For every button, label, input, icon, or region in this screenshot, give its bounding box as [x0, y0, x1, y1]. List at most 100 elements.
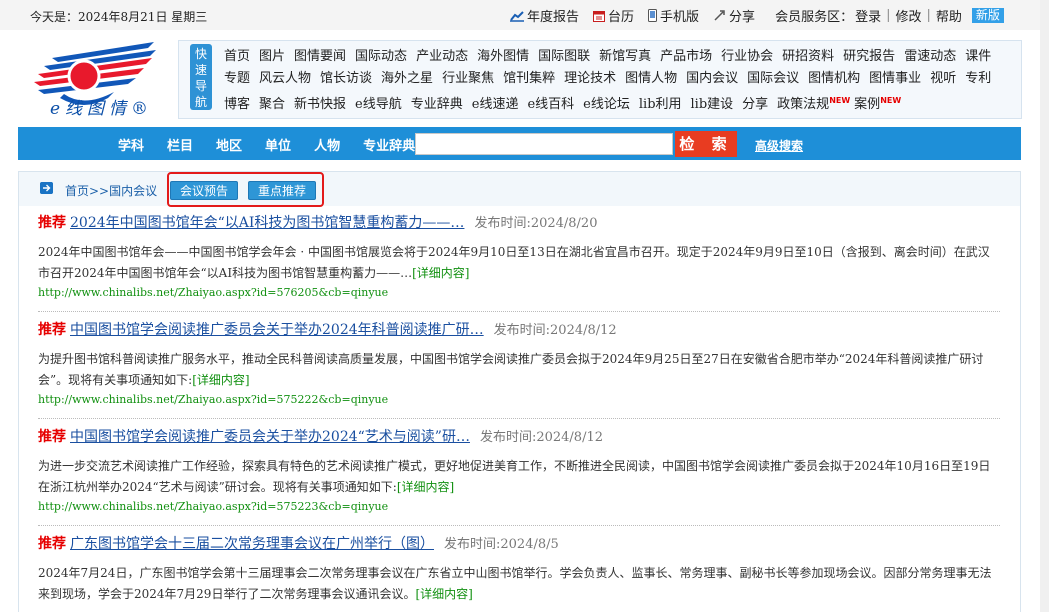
mobile-icon [648, 9, 658, 22]
nav-item[interactable]: e线论坛 [583, 97, 630, 112]
mobile-link[interactable]: 手机版 [648, 6, 699, 25]
article-divider [38, 418, 1000, 419]
nav-item[interactable]: 海外之星 [381, 71, 433, 86]
search-category[interactable]: 栏目 [167, 135, 193, 154]
article-date: 发布时间:2024/8/5 [444, 537, 559, 552]
nav-item[interactable]: 产业动态 [416, 49, 468, 64]
top-links: 年度报告 台历 手机版 分享 会员服务区： 登录 | 修改 | 帮助 新版 [510, 6, 1004, 25]
article-header: 推荐 中国图书馆学会阅读推广委员会关于举办2024年科普阅读推广研… 发布时间:20… [38, 319, 1000, 339]
nav-item[interactable]: 海外图情 [477, 49, 529, 64]
nav-item[interactable]: 分享 [742, 97, 768, 112]
nav-item[interactable]: 馆长访谈 [320, 71, 372, 86]
tab-featured[interactable]: 重点推荐 [248, 181, 316, 200]
breadcrumb[interactable]: 首页>>国内会议 [65, 182, 157, 199]
detail-link[interactable]: [详细内容] [192, 373, 249, 387]
article-summary-text: 为进一步交流艺术阅读推广工作经验，探索具有特色的艺术阅读推广模式，更好地促进美育… [38, 459, 991, 494]
nav-item[interactable]: e线速递 [472, 97, 519, 112]
nav-item[interactable]: 聚合 [259, 97, 285, 112]
share-link[interactable]: 分享 [713, 6, 755, 25]
article-url[interactable]: http://www.chinalibs.net/Zhaiyao.aspx?id… [38, 393, 1000, 406]
article-summary: 2024年7月24日，广东图书馆学会第十三届理事会二次常务理事会议在广东省立中山… [38, 563, 1000, 605]
detail-link[interactable]: [详细内容] [415, 587, 472, 601]
annual-report-link[interactable]: 年度报告 [510, 6, 579, 25]
annual-report-label: 年度报告 [527, 10, 580, 25]
nav-item[interactable]: lib建设 [691, 97, 734, 112]
nav-item[interactable]: 课件 [965, 49, 991, 64]
calendar-icon [593, 10, 606, 22]
nav-item[interactable]: 博客 [224, 97, 250, 112]
nav-item[interactable]: 专业辞典 [411, 97, 463, 112]
nav-item[interactable]: 研究报告 [843, 49, 895, 64]
nav-item[interactable]: 国际动态 [355, 49, 407, 64]
article-summary-text: 2024年7月24日，广东图书馆学会第十三届理事会二次常务理事会议在广东省立中山… [38, 566, 992, 601]
article-header: 推荐 中国图书馆学会阅读推广委员会关于举办2024“艺术与阅读”研… 发布时间:20… [38, 426, 1000, 446]
article-title-link[interactable]: 中国图书馆学会阅读推广委员会关于举办2024“艺术与阅读”研… [70, 429, 470, 445]
nav-item[interactable]: 研招资料 [782, 49, 834, 64]
nav-item[interactable]: 专利 [965, 71, 991, 86]
nav-item[interactable]: 政策法规 [777, 97, 829, 112]
nav-item[interactable]: e线百科 [527, 97, 574, 112]
nav-item[interactable]: 雷速动态 [904, 49, 956, 64]
nav-item[interactable]: 理论技术 [564, 71, 616, 86]
nav-item[interactable]: 新书快报 [294, 97, 346, 112]
nav-item[interactable]: 图情要闻 [294, 49, 346, 64]
nav-item[interactable]: 图片 [259, 49, 285, 64]
article-url[interactable]: http://www.chinalibs.net/Zhaiyao.aspx?id… [38, 500, 1000, 513]
search-button[interactable]: 检 索 [675, 131, 737, 157]
nav-item[interactable]: 行业协会 [721, 49, 773, 64]
advanced-search-link[interactable]: 高级搜索 [755, 137, 803, 154]
article-summary: 为进一步交流艺术阅读推广工作经验，探索具有特色的艺术阅读推广模式，更好地促进美育… [38, 456, 1000, 498]
nav-item[interactable]: 视听 [930, 71, 956, 86]
search-category[interactable]: 学科 [118, 135, 144, 154]
article-date: 发布时间:2024/8/12 [493, 323, 617, 338]
calendar-link[interactable]: 台历 [593, 6, 634, 25]
recommend-tag: 推荐 [38, 429, 66, 445]
nav-item[interactable]: 馆刊集粹 [503, 71, 555, 86]
help-link[interactable]: 帮助 [936, 6, 962, 25]
quick-nav-label: 快速导航 [190, 44, 212, 110]
article-title-link[interactable]: 中国图书馆学会阅读推广委员会关于举办2024年科普阅读推广研… [70, 322, 484, 338]
nav-item[interactable]: 产品市场 [660, 49, 712, 64]
nav-item[interactable]: 图情人物 [625, 71, 677, 86]
member-label: 会员服务区： [775, 10, 854, 25]
search-categories: 学科 栏目 地区 单位 人物 专业辞典 [118, 135, 438, 154]
nav-item[interactable]: 图情机构 [808, 71, 860, 86]
nav-item[interactable]: 国际图联 [538, 49, 590, 64]
nav-item[interactable]: 专题 [224, 71, 250, 86]
nav-item[interactable]: lib利用 [639, 97, 682, 112]
nav-item[interactable]: 图情事业 [869, 71, 921, 86]
new-tag: NEW [829, 96, 851, 105]
nav-item[interactable]: 风云人物 [259, 71, 311, 86]
article-title-link[interactable]: 广东图书馆学会十三届二次常务理事会议在广州举行（图） [70, 536, 434, 552]
search-category[interactable]: 地区 [216, 135, 242, 154]
share-label: 分享 [729, 10, 756, 25]
tab-meeting-preview[interactable]: 会议预告 [170, 181, 238, 200]
article-header: 推荐 广东图书馆学会十三届二次常务理事会议在广州举行（图） 发布时间:2024/8/… [38, 533, 1000, 553]
nav-item[interactable]: 新馆写真 [599, 49, 651, 64]
search-category[interactable]: 专业辞典 [363, 135, 415, 154]
article-date: 发布时间:2024/8/12 [479, 430, 603, 445]
article-title-link[interactable]: 2024年中国图书馆年会“以AI科技为图书馆智慧重构蓄力——… [70, 215, 464, 231]
login-link[interactable]: 登录 [855, 6, 881, 25]
nav-item[interactable]: 国内会议 [686, 71, 738, 86]
nav-item[interactable]: e线导航 [355, 97, 402, 112]
logo-text: e线图情® [50, 99, 154, 119]
recommend-tag: 推荐 [38, 536, 66, 552]
detail-link[interactable]: [详细内容] [412, 266, 469, 280]
search-category[interactable]: 单位 [265, 135, 291, 154]
article-url[interactable]: http://www.chinalibs.net/Zhaiyao.aspx?id… [38, 286, 1000, 299]
article-divider [38, 311, 1000, 312]
scrollbar[interactable] [1040, 0, 1049, 612]
calendar-label: 台历 [608, 10, 635, 25]
search-input[interactable] [415, 133, 673, 155]
nav-item[interactable]: 首页 [224, 49, 250, 64]
search-category[interactable]: 人物 [314, 135, 340, 154]
nav-item[interactable]: 案例 [854, 97, 880, 112]
detail-link[interactable]: [详细内容] [397, 480, 454, 494]
nav-item[interactable]: 行业聚焦 [442, 71, 494, 86]
new-version-badge[interactable]: 新版 [971, 8, 1004, 23]
nav-links: 首页 图片 图情要闻 国际动态 产业动态 海外图情 国际图联 新馆写真 产品市场 行业协会 研招资料… [224, 46, 1014, 116]
nav-item[interactable]: 国际会议 [747, 71, 799, 86]
modify-link[interactable]: 修改 [895, 6, 921, 25]
mobile-label: 手机版 [660, 10, 700, 25]
